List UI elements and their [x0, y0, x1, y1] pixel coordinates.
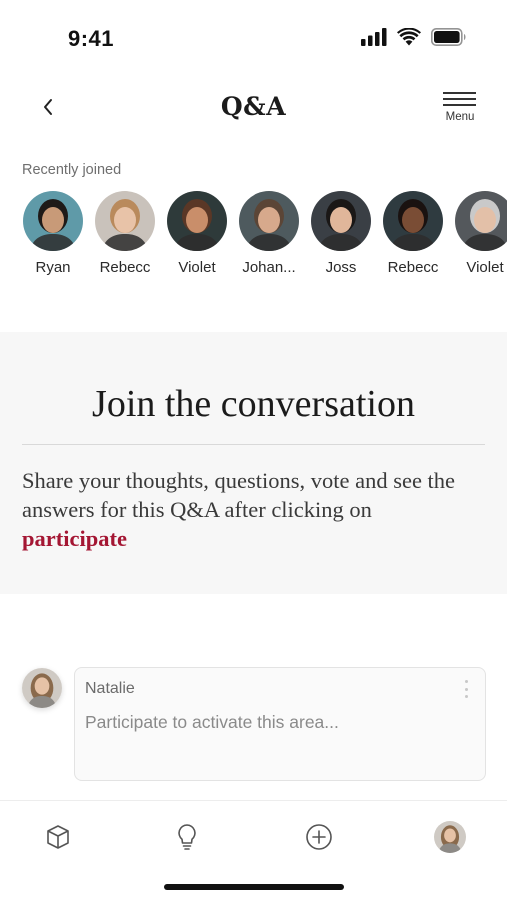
join-title: Join the conversation — [92, 383, 415, 425]
avatar — [23, 191, 83, 251]
recently-joined-list: Ryan Rebecc Violet Johan... Joss Rebecc Violet — [0, 190, 507, 282]
recent-member-name: Rebecc — [99, 259, 151, 276]
chevron-left-icon — [44, 99, 52, 115]
composer-user-name: Natalie — [85, 680, 135, 697]
avatar — [239, 191, 299, 251]
recent-member[interactable]: Violet — [449, 190, 507, 276]
recent-member[interactable]: Johan... — [233, 190, 305, 276]
hamburger-icon — [443, 92, 476, 110]
tab-ideas[interactable] — [167, 819, 207, 855]
avatar — [383, 191, 443, 251]
profile-avatar — [434, 821, 466, 853]
recent-member[interactable]: Violet — [161, 190, 233, 276]
recent-member-name: Violet — [178, 259, 216, 276]
recent-member-name: Violet — [466, 259, 504, 276]
menu-label: Menu — [445, 111, 475, 123]
recent-member[interactable]: Joss — [305, 190, 377, 276]
recently-joined-heading: Recently joined — [22, 162, 122, 178]
status-bar: 9:41 — [0, 0, 507, 76]
join-description: Share your thoughts, questions, vote and… — [22, 466, 487, 553]
plus-circle-icon — [306, 824, 332, 850]
join-body-text: Share your thoughts, questions, vote and… — [22, 468, 456, 522]
avatar — [22, 668, 62, 708]
cellular-signal-icon — [361, 28, 387, 46]
recent-member[interactable]: Rebecc — [377, 190, 449, 276]
wifi-icon — [397, 28, 421, 46]
tab-profile[interactable] — [430, 819, 470, 855]
more-options-icon[interactable] — [463, 680, 469, 698]
page-title: Q&A — [220, 92, 287, 121]
recent-member-name: Ryan — [35, 259, 71, 276]
status-time: 9:41 — [68, 26, 115, 51]
divider — [22, 444, 485, 445]
battery-icon — [431, 28, 466, 46]
recent-member-name: Johan... — [242, 259, 296, 276]
user-photo — [22, 668, 62, 708]
tab-cube[interactable] — [38, 819, 78, 855]
avatar — [455, 191, 507, 251]
avatar — [95, 191, 155, 251]
tab-add[interactable] — [299, 819, 339, 855]
participate-link[interactable]: participate — [22, 526, 127, 551]
recent-member[interactable]: Rebecc — [89, 190, 161, 276]
lightbulb-icon — [178, 824, 196, 850]
status-icons — [361, 28, 467, 46]
back-button[interactable] — [34, 90, 62, 124]
home-indicator — [164, 884, 344, 890]
composer-placeholder: Participate to activate this area... — [85, 712, 339, 732]
cube-icon — [47, 825, 69, 849]
join-conversation-card: Join the conversation Share your thought… — [0, 332, 507, 594]
menu-button[interactable]: Menu — [443, 90, 477, 130]
avatar — [167, 191, 227, 251]
recent-member[interactable]: Ryan — [17, 190, 89, 276]
recent-member-name: Rebecc — [387, 259, 439, 276]
nav-header: Q&A Menu — [0, 76, 507, 140]
recent-member-name: Joss — [325, 259, 357, 276]
comment-composer[interactable]: Natalie Participate to activate this are… — [74, 667, 486, 781]
avatar — [311, 191, 371, 251]
